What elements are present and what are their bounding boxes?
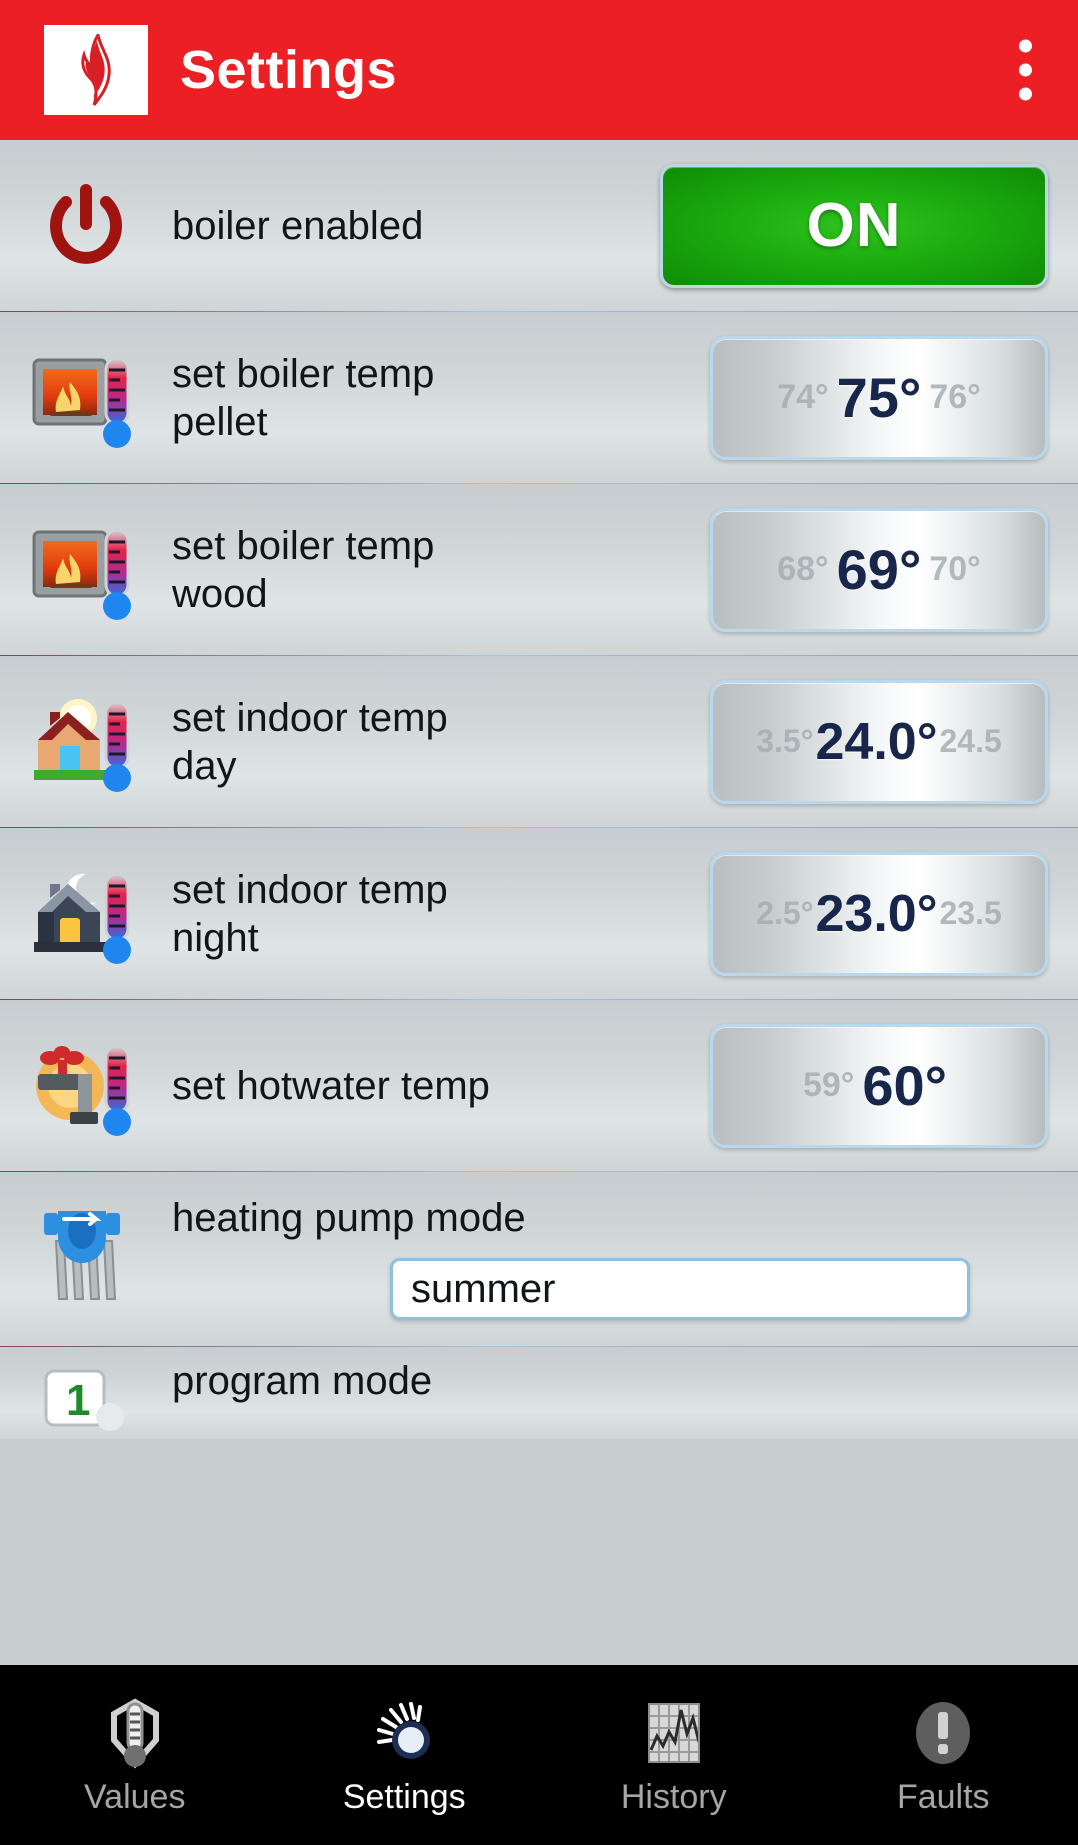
picker-prev-value[interactable]: 59° xyxy=(803,1066,854,1105)
settings-row-label: set hotwater temp xyxy=(172,1062,710,1110)
settings-row-label-line2: wood xyxy=(172,571,268,616)
picker-current-value: 75° xyxy=(836,366,922,429)
boiler-enabled-toggle-label: ON xyxy=(806,191,902,260)
settings-row-label: program mode xyxy=(172,1359,433,1403)
picker-current-value: 24.0° xyxy=(815,712,938,771)
settings-row-label-line1: set boiler temp xyxy=(172,351,435,396)
power-icon xyxy=(0,180,172,272)
overflow-menu-icon[interactable] xyxy=(1018,39,1032,101)
settings-row-set-boiler-temp-pellet[interactable]: set boiler temp pellet 74° 75° 76° xyxy=(0,312,1078,485)
settings-row-label-line1: set indoor temp xyxy=(172,867,448,912)
heating-pump-mode-selected-value: summer xyxy=(411,1266,556,1311)
settings-row-label-line1: set indoor temp xyxy=(172,695,448,740)
settings-row-set-indoor-temp-night[interactable]: set indoor temp night 2.5° 23.0° 23.5 xyxy=(0,828,1078,1001)
picker-prev-value[interactable]: 3.5° xyxy=(756,723,813,760)
settings-row-set-indoor-temp-day[interactable]: set indoor temp day 3.5° 24.0° 24.5 xyxy=(0,656,1078,829)
calendar-one-icon: 1 xyxy=(0,1367,172,1439)
house-sun-thermometer-icon xyxy=(0,690,172,794)
settings-row-label-line1: boiler enabled xyxy=(172,203,424,248)
settings-row-boiler-enabled[interactable]: boiler enabled ON xyxy=(0,140,1078,313)
tab-history-label: History xyxy=(620,1777,727,1816)
settings-row-label-line2: day xyxy=(172,743,237,788)
settings-row-label: set indoor temp night xyxy=(172,866,710,962)
tab-values-label: Values xyxy=(84,1777,186,1816)
settings-row-label-line2: night xyxy=(172,915,259,960)
set-boiler-temp-pellet-picker[interactable]: 74° 75° 76° xyxy=(710,335,1048,460)
settings-row-heating-pump-mode[interactable]: heating pump mode summer xyxy=(0,1172,1078,1348)
dial-knob-icon xyxy=(367,1694,441,1772)
page-title: Settings xyxy=(180,40,398,100)
faucet-thermometer-icon xyxy=(0,1034,172,1138)
tab-faults-label: Faults xyxy=(896,1777,990,1816)
picker-next-value[interactable]: 23.5 xyxy=(940,895,1002,932)
picker-next-value[interactable]: 24.5 xyxy=(940,723,1002,760)
picker-prev-value[interactable]: 68° xyxy=(777,550,828,589)
settings-row-label: set indoor temp day xyxy=(172,694,710,790)
settings-row-label-line1: set boiler temp xyxy=(172,523,435,568)
heating-pump-mode-select[interactable]: summer xyxy=(390,1258,970,1320)
settings-row-set-boiler-temp-wood[interactable]: set boiler temp wood 68° 69° 70° xyxy=(0,484,1078,657)
tab-settings[interactable]: Settings xyxy=(270,1665,540,1845)
settings-row-label: heating pump mode xyxy=(172,1196,526,1240)
exclamation-circle-icon xyxy=(906,1694,980,1772)
bottom-tab-bar: Values Settings History Faults xyxy=(0,1665,1078,1845)
tab-faults[interactable]: Faults xyxy=(809,1665,1078,1845)
app-header: Settings xyxy=(0,0,1078,140)
picker-next-value[interactable]: 76° xyxy=(929,378,980,417)
line-chart-grid-icon xyxy=(637,1694,711,1772)
settings-row-label: set boiler temp wood xyxy=(172,522,710,618)
set-boiler-temp-wood-picker[interactable]: 68° 69° 70° xyxy=(710,507,1048,632)
settings-row-program-mode[interactable]: 1 program mode xyxy=(0,1347,1078,1439)
svg-text:1: 1 xyxy=(66,1376,90,1425)
gauge-thermometer-icon xyxy=(98,1694,172,1772)
pump-radiator-icon xyxy=(0,1190,172,1310)
settings-row-label-line1: set hotwater temp xyxy=(172,1063,490,1108)
picker-current-value: 23.0° xyxy=(815,884,938,943)
tab-history[interactable]: History xyxy=(539,1665,809,1845)
tab-settings-label: Settings xyxy=(342,1777,466,1816)
picker-current-value: 69° xyxy=(836,538,922,601)
settings-list: boiler enabled ON set boiler temp pellet… xyxy=(0,140,1078,1665)
set-indoor-temp-day-picker[interactable]: 3.5° 24.0° 24.5 xyxy=(710,679,1048,804)
settings-row-label: boiler enabled xyxy=(172,202,660,250)
flame-icon xyxy=(81,34,111,106)
stove-thermometer-icon xyxy=(0,518,172,622)
set-indoor-temp-night-picker[interactable]: 2.5° 23.0° 23.5 xyxy=(710,851,1048,976)
settings-row-label-line2: pellet xyxy=(172,399,268,444)
boiler-enabled-toggle[interactable]: ON xyxy=(660,163,1048,288)
picker-prev-value[interactable]: 2.5° xyxy=(756,895,813,932)
house-moon-thermometer-icon xyxy=(0,862,172,966)
picker-next-value[interactable]: 70° xyxy=(929,550,980,589)
picker-prev-value[interactable]: 74° xyxy=(777,378,828,417)
set-hotwater-temp-picker[interactable]: 59° 60° xyxy=(710,1023,1048,1148)
stove-thermometer-icon xyxy=(0,346,172,450)
app-logo xyxy=(44,25,148,115)
settings-row-label: set boiler temp pellet xyxy=(172,350,710,446)
picker-current-value: 60° xyxy=(862,1054,948,1117)
settings-row-set-hotwater-temp[interactable]: set hotwater temp 59° 60° xyxy=(0,1000,1078,1173)
tab-values[interactable]: Values xyxy=(0,1665,270,1845)
settings-screen: Settings boiler enabled ON set boiler te… xyxy=(0,0,1078,1845)
